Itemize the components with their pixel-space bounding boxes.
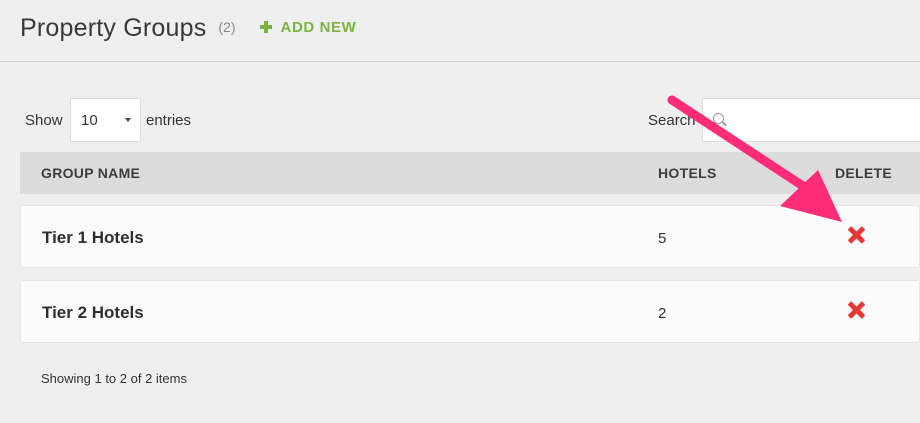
show-label: Show (25, 112, 63, 129)
column-header-delete: DELETE (835, 165, 893, 181)
hotels-count-cell: 2 (658, 305, 667, 322)
group-count-badge: (2) (218, 19, 236, 35)
search-input[interactable] (702, 98, 920, 142)
group-name-cell[interactable]: Tier 2 Hotels (42, 303, 144, 323)
close-icon[interactable] (847, 226, 865, 244)
search-label: Search (648, 112, 696, 129)
hotels-count-cell: 5 (658, 230, 667, 247)
table-row[interactable]: Tier 2 Hotels 2 (20, 280, 920, 343)
table-header: GROUP NAME HOTELS DELETE (20, 152, 920, 194)
column-header-hotels[interactable]: HOTELS (658, 165, 717, 181)
group-name-cell[interactable]: Tier 1 Hotels (42, 228, 144, 248)
plus-icon (259, 21, 272, 33)
table-row[interactable]: Tier 1 Hotels 5 (20, 205, 920, 268)
page-size-select[interactable]: 10 (70, 98, 141, 142)
header-divider (0, 61, 920, 62)
page-title: Property Groups (20, 14, 207, 42)
page-size-value: 10 (81, 112, 98, 129)
pagination-info: Showing 1 to 2 of 2 items (41, 371, 187, 386)
entries-label: entries (146, 112, 192, 129)
search-icon (713, 113, 724, 124)
page-header: Property Groups (2) ADD NEW (20, 14, 356, 48)
add-new-button[interactable]: ADD NEW (259, 18, 357, 36)
caret-down-icon (125, 118, 131, 122)
add-new-label: ADD NEW (280, 18, 357, 36)
close-icon[interactable] (847, 301, 865, 319)
column-header-group-name[interactable]: GROUP NAME (41, 165, 140, 181)
